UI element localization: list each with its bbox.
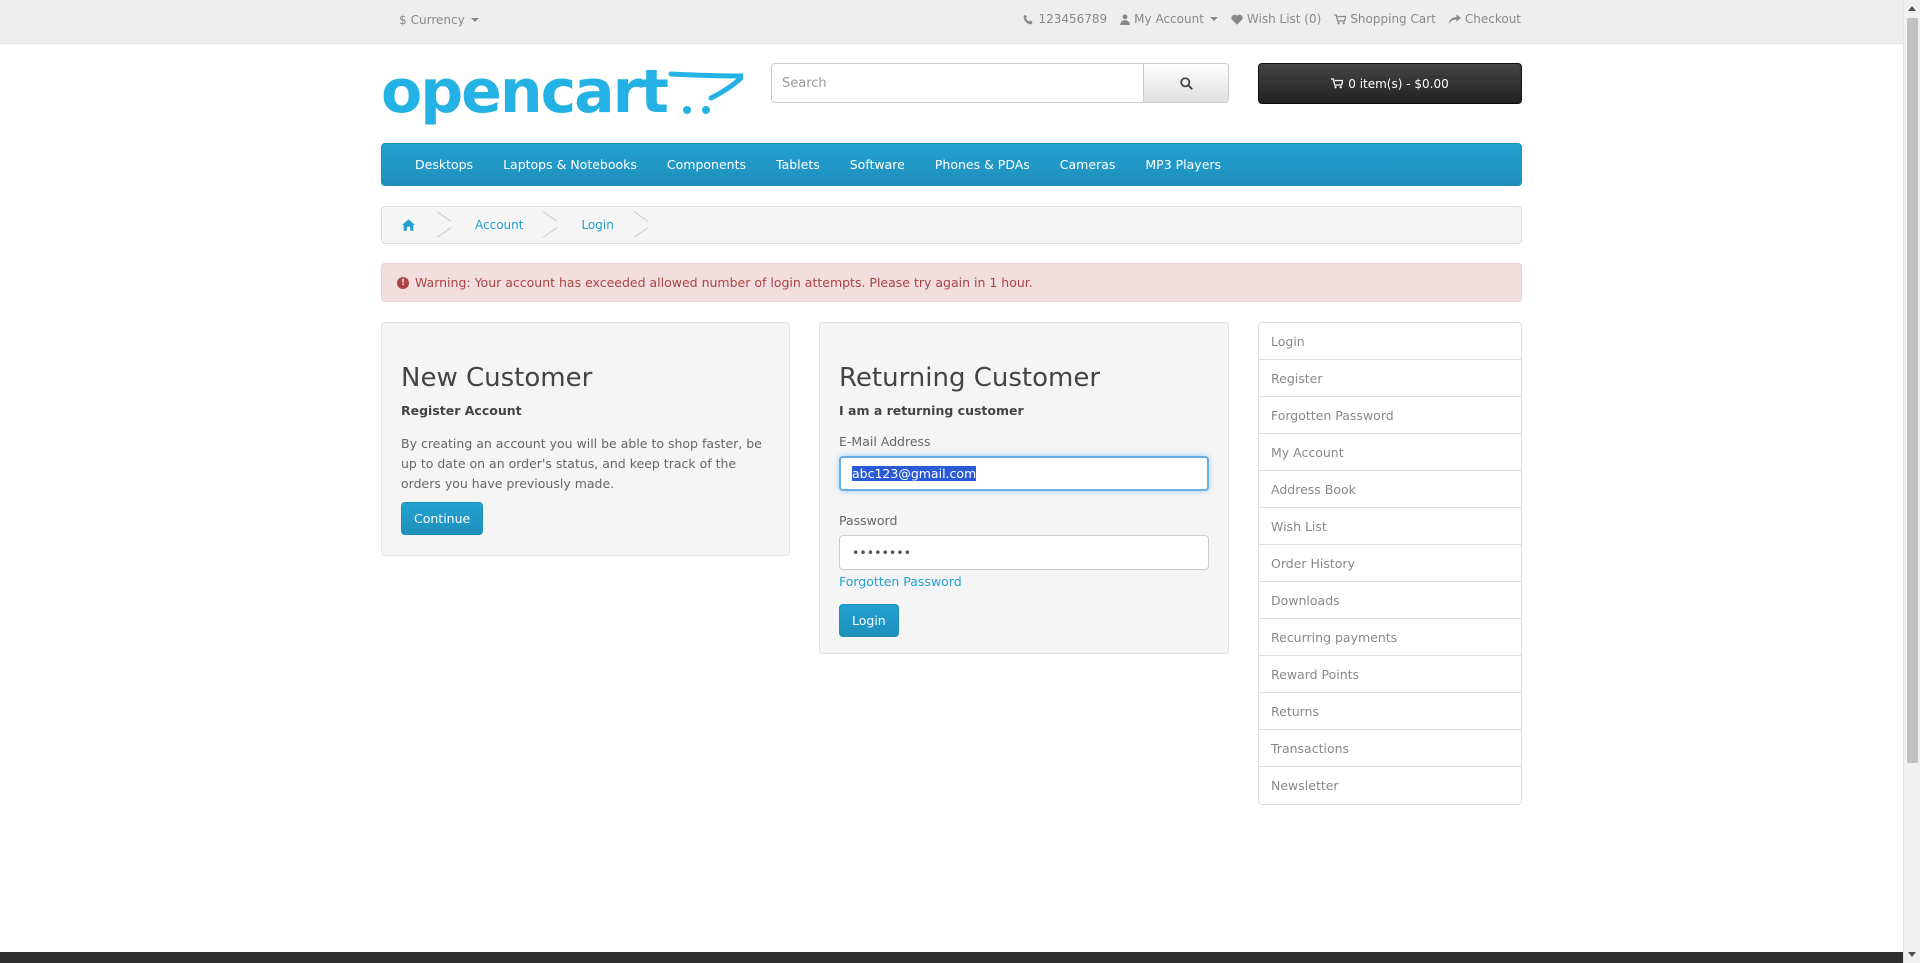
- breadcrumb-separator: [437, 207, 451, 243]
- cart-icon: [1331, 78, 1344, 89]
- alert-text: Warning: Your account has exceeded allow…: [415, 275, 1033, 290]
- exclamation-circle-icon: !: [397, 276, 409, 289]
- returning-customer-subtitle: I am a returning customer: [839, 403, 1024, 418]
- new-customer-title: New Customer: [401, 363, 593, 393]
- scroll-up-arrow-icon[interactable]: [1908, 6, 1916, 11]
- wish-list-link[interactable]: Wish List (0): [1231, 12, 1321, 26]
- sidebar-item-reward-points[interactable]: Reward Points: [1259, 656, 1521, 693]
- menu-item-phones-pdas[interactable]: Phones & PDAs: [920, 157, 1045, 172]
- checkout-link[interactable]: Checkout: [1448, 12, 1521, 26]
- menu-item-software[interactable]: Software: [835, 157, 920, 172]
- breadcrumb-separator: [543, 207, 557, 243]
- new-customer-description: By creating an account you will be able …: [401, 436, 762, 491]
- vertical-scrollbar[interactable]: [1903, 0, 1920, 963]
- top-bar: $ Currency 123456789 My Account Wish Lis…: [0, 0, 1903, 44]
- scrollbar-thumb[interactable]: [1907, 18, 1918, 763]
- search-bar: [771, 63, 1229, 103]
- cart-total: 0 item(s) - $0.00: [1348, 76, 1449, 91]
- breadcrumb-account[interactable]: Account: [451, 207, 543, 243]
- opencart-logo[interactable]: opencart: [381, 57, 750, 136]
- breadcrumb: Account Login: [381, 206, 1522, 244]
- currency-symbol: $: [399, 13, 407, 27]
- breadcrumb-separator: [634, 207, 648, 243]
- register-account-subtitle: Register Account: [401, 403, 522, 418]
- caret-down-icon: [1209, 17, 1218, 21]
- breadcrumb-home[interactable]: [382, 207, 437, 243]
- cart-icon: [1334, 13, 1347, 24]
- search-input[interactable]: [771, 63, 1144, 103]
- checkout-label: Checkout: [1464, 12, 1521, 26]
- sidebar-item-order-history[interactable]: Order History: [1259, 545, 1521, 582]
- phone-link[interactable]: 123456789: [1023, 12, 1107, 26]
- sidebar-item-downloads[interactable]: Downloads: [1259, 582, 1521, 619]
- phone-icon: [1024, 14, 1034, 24]
- password-field[interactable]: ••••••••: [839, 535, 1209, 570]
- sidebar-item-wish-list[interactable]: Wish List: [1259, 508, 1521, 545]
- forgotten-password-link[interactable]: Forgotten Password: [839, 574, 962, 589]
- sidebar-item-register[interactable]: Register: [1259, 360, 1521, 397]
- new-customer-panel: New Customer Register Account By creatin…: [381, 322, 790, 556]
- password-value: ••••••••: [852, 545, 911, 560]
- menu-item-laptops-notebooks[interactable]: Laptops & Notebooks: [488, 157, 652, 172]
- top-links: 123456789 My Account Wish List (0) Shopp…: [1023, 12, 1521, 26]
- wish-list-label: Wish List (0): [1246, 12, 1322, 26]
- returning-customer-panel: Returning Customer I am a returning cust…: [819, 322, 1229, 654]
- search-icon: [1179, 76, 1193, 90]
- share-icon: [1448, 13, 1461, 24]
- currency-label: Currency: [410, 13, 465, 27]
- menu-item-mp3-players[interactable]: MP3 Players: [1130, 157, 1236, 172]
- phone-number: 123456789: [1038, 12, 1108, 26]
- sidebar-item-newsletter[interactable]: Newsletter: [1259, 767, 1521, 804]
- shopping-cart-link[interactable]: Shopping Cart: [1334, 12, 1436, 26]
- logo-image: opencart: [381, 57, 750, 127]
- sidebar-item-login[interactable]: Login: [1259, 323, 1521, 360]
- returning-customer-title: Returning Customer: [839, 363, 1101, 393]
- warning-alert: ! Warning: Your account has exceeded all…: [381, 263, 1522, 302]
- sidebar-item-returns[interactable]: Returns: [1259, 693, 1521, 730]
- home-icon: [402, 219, 415, 231]
- currency-dropdown[interactable]: $ Currency: [399, 13, 479, 27]
- sidebar-item-forgotten-password[interactable]: Forgotten Password: [1259, 397, 1521, 434]
- heart-icon: [1231, 14, 1243, 25]
- continue-button[interactable]: Continue: [401, 502, 484, 535]
- svg-text:opencart: opencart: [381, 62, 668, 127]
- menu-item-cameras[interactable]: Cameras: [1045, 157, 1131, 172]
- breadcrumb-login[interactable]: Login: [557, 207, 633, 243]
- sidebar-item-address-book[interactable]: Address Book: [1259, 471, 1521, 508]
- sidebar-item-recurring-payments[interactable]: Recurring payments: [1259, 619, 1521, 656]
- sidebar-item-my-account[interactable]: My Account: [1259, 434, 1521, 471]
- my-account-dropdown[interactable]: My Account: [1120, 12, 1218, 26]
- email-label: E-Mail Address: [839, 434, 931, 449]
- menu-item-desktops[interactable]: Desktops: [400, 157, 488, 172]
- scroll-down-arrow-icon[interactable]: [1908, 952, 1916, 957]
- account-sidebar: Login Register Forgotten Password My Acc…: [1258, 322, 1522, 805]
- cart-button[interactable]: 0 item(s) - $0.00: [1258, 63, 1522, 104]
- login-button[interactable]: Login: [839, 604, 899, 637]
- email-field[interactable]: abc123@gmail.com: [839, 456, 1209, 491]
- password-label: Password: [839, 513, 898, 528]
- footer: [0, 952, 1903, 963]
- main-menu: Desktops Laptops & Notebooks Components …: [381, 143, 1522, 186]
- sidebar-item-transactions[interactable]: Transactions: [1259, 730, 1521, 767]
- user-icon: [1120, 13, 1130, 25]
- menu-item-tablets[interactable]: Tablets: [761, 157, 835, 172]
- search-button[interactable]: [1144, 63, 1229, 103]
- email-value: abc123@gmail.com: [852, 466, 977, 481]
- my-account-label: My Account: [1134, 12, 1204, 26]
- shopping-cart-label: Shopping Cart: [1350, 12, 1436, 26]
- menu-item-components[interactable]: Components: [652, 157, 761, 172]
- caret-down-icon: [470, 18, 479, 22]
